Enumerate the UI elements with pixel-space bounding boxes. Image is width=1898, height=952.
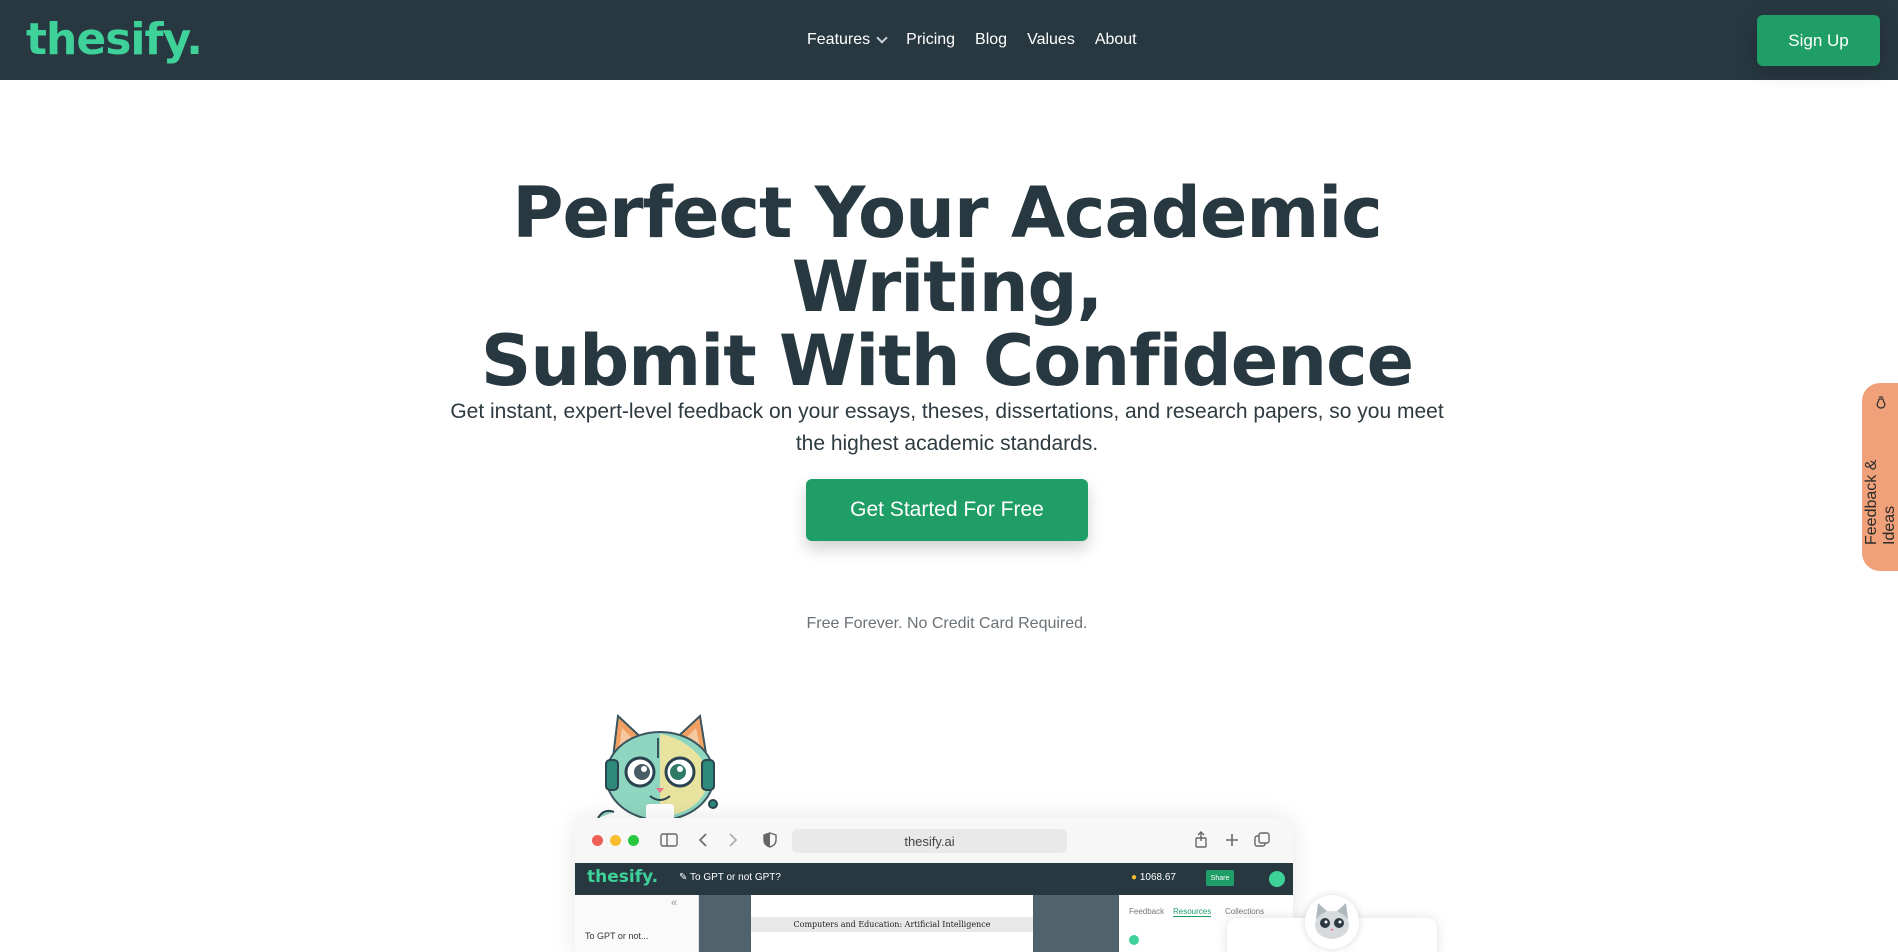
close-dot-icon <box>592 835 603 846</box>
tab-feedback: Feedback <box>1129 907 1165 916</box>
nav-link-pricing[interactable]: Pricing <box>906 31 955 49</box>
url-bar: thesify.ai <box>792 829 1067 853</box>
fine-print: Free Forever. No Credit Card Required. <box>806 615 1088 632</box>
feedback-tab-label: Feedback & Ideas <box>1863 395 1898 545</box>
app-sidebar: « To GPT or not... <box>575 895 699 952</box>
doc-journal-title: Computers and Education: Artificial Inte… <box>751 917 1033 932</box>
chevron-down-icon <box>876 32 888 44</box>
nav-link-features[interactable]: Features <box>807 31 888 49</box>
avatar <box>1269 871 1285 887</box>
nav-link-about[interactable]: About <box>1095 31 1137 49</box>
new-tab-icon <box>1226 834 1238 846</box>
back-arrow-icon <box>698 833 707 847</box>
app-header: thesify. ✎ To GPT or not GPT? ● 1068.67 … <box>575 863 1293 895</box>
sidebar-toggle-icon <box>660 833 678 847</box>
doc-name: ✎ To GPT or not GPT? <box>679 872 781 883</box>
forward-arrow-icon <box>729 833 738 847</box>
sign-up-button[interactable]: Sign Up <box>1757 15 1880 66</box>
cat-mascot-illustration <box>597 713 718 821</box>
app-screenshot-mockup: thesify.ai thesify. ✎ To GPT or not GPT?… <box>575 818 1293 952</box>
get-started-button[interactable]: Get Started For Free <box>806 479 1088 541</box>
app-logo: thesify. <box>587 867 659 887</box>
tab-resources: Resources <box>1173 907 1212 917</box>
nav-links: Features Pricing Blog Values About <box>807 0 1157 80</box>
maximize-dot-icon <box>628 835 639 846</box>
shield-icon <box>763 832 777 848</box>
top-navbar: thesify. Features Pricing Blog Values Ab… <box>0 0 1898 80</box>
coin-icon: ● <box>1131 872 1138 883</box>
logo[interactable]: thesify. <box>26 14 203 66</box>
nav-link-blog[interactable]: Blog <box>975 31 1007 49</box>
tab-collections: Collections <box>1225 907 1265 916</box>
document-page: Computers and Education: Artificial Inte… <box>751 895 1033 952</box>
hero-subtitle: Get instant, expert-level feedback on yo… <box>450 400 1444 455</box>
share-icon <box>1195 831 1207 848</box>
app-share-button: Share <box>1206 870 1234 886</box>
hero-title: Perfect Your Academic Writing, Submit Wi… <box>480 172 1414 402</box>
chat-cat-avatar[interactable] <box>1305 895 1359 949</box>
tabs-overview-icon <box>1254 832 1270 847</box>
sidebar-doc-item: To GPT or not... <box>585 931 649 941</box>
credits-counter: ● 1068.67 <box>1131 872 1176 883</box>
lightbulb-icon <box>1876 396 1886 409</box>
nav-link-values[interactable]: Values <box>1027 31 1075 49</box>
resource-status-icon <box>1129 935 1139 945</box>
browser-chrome: thesify.ai <box>575 818 1293 863</box>
collapse-icon: « <box>671 897 678 909</box>
minimize-dot-icon <box>610 835 621 846</box>
